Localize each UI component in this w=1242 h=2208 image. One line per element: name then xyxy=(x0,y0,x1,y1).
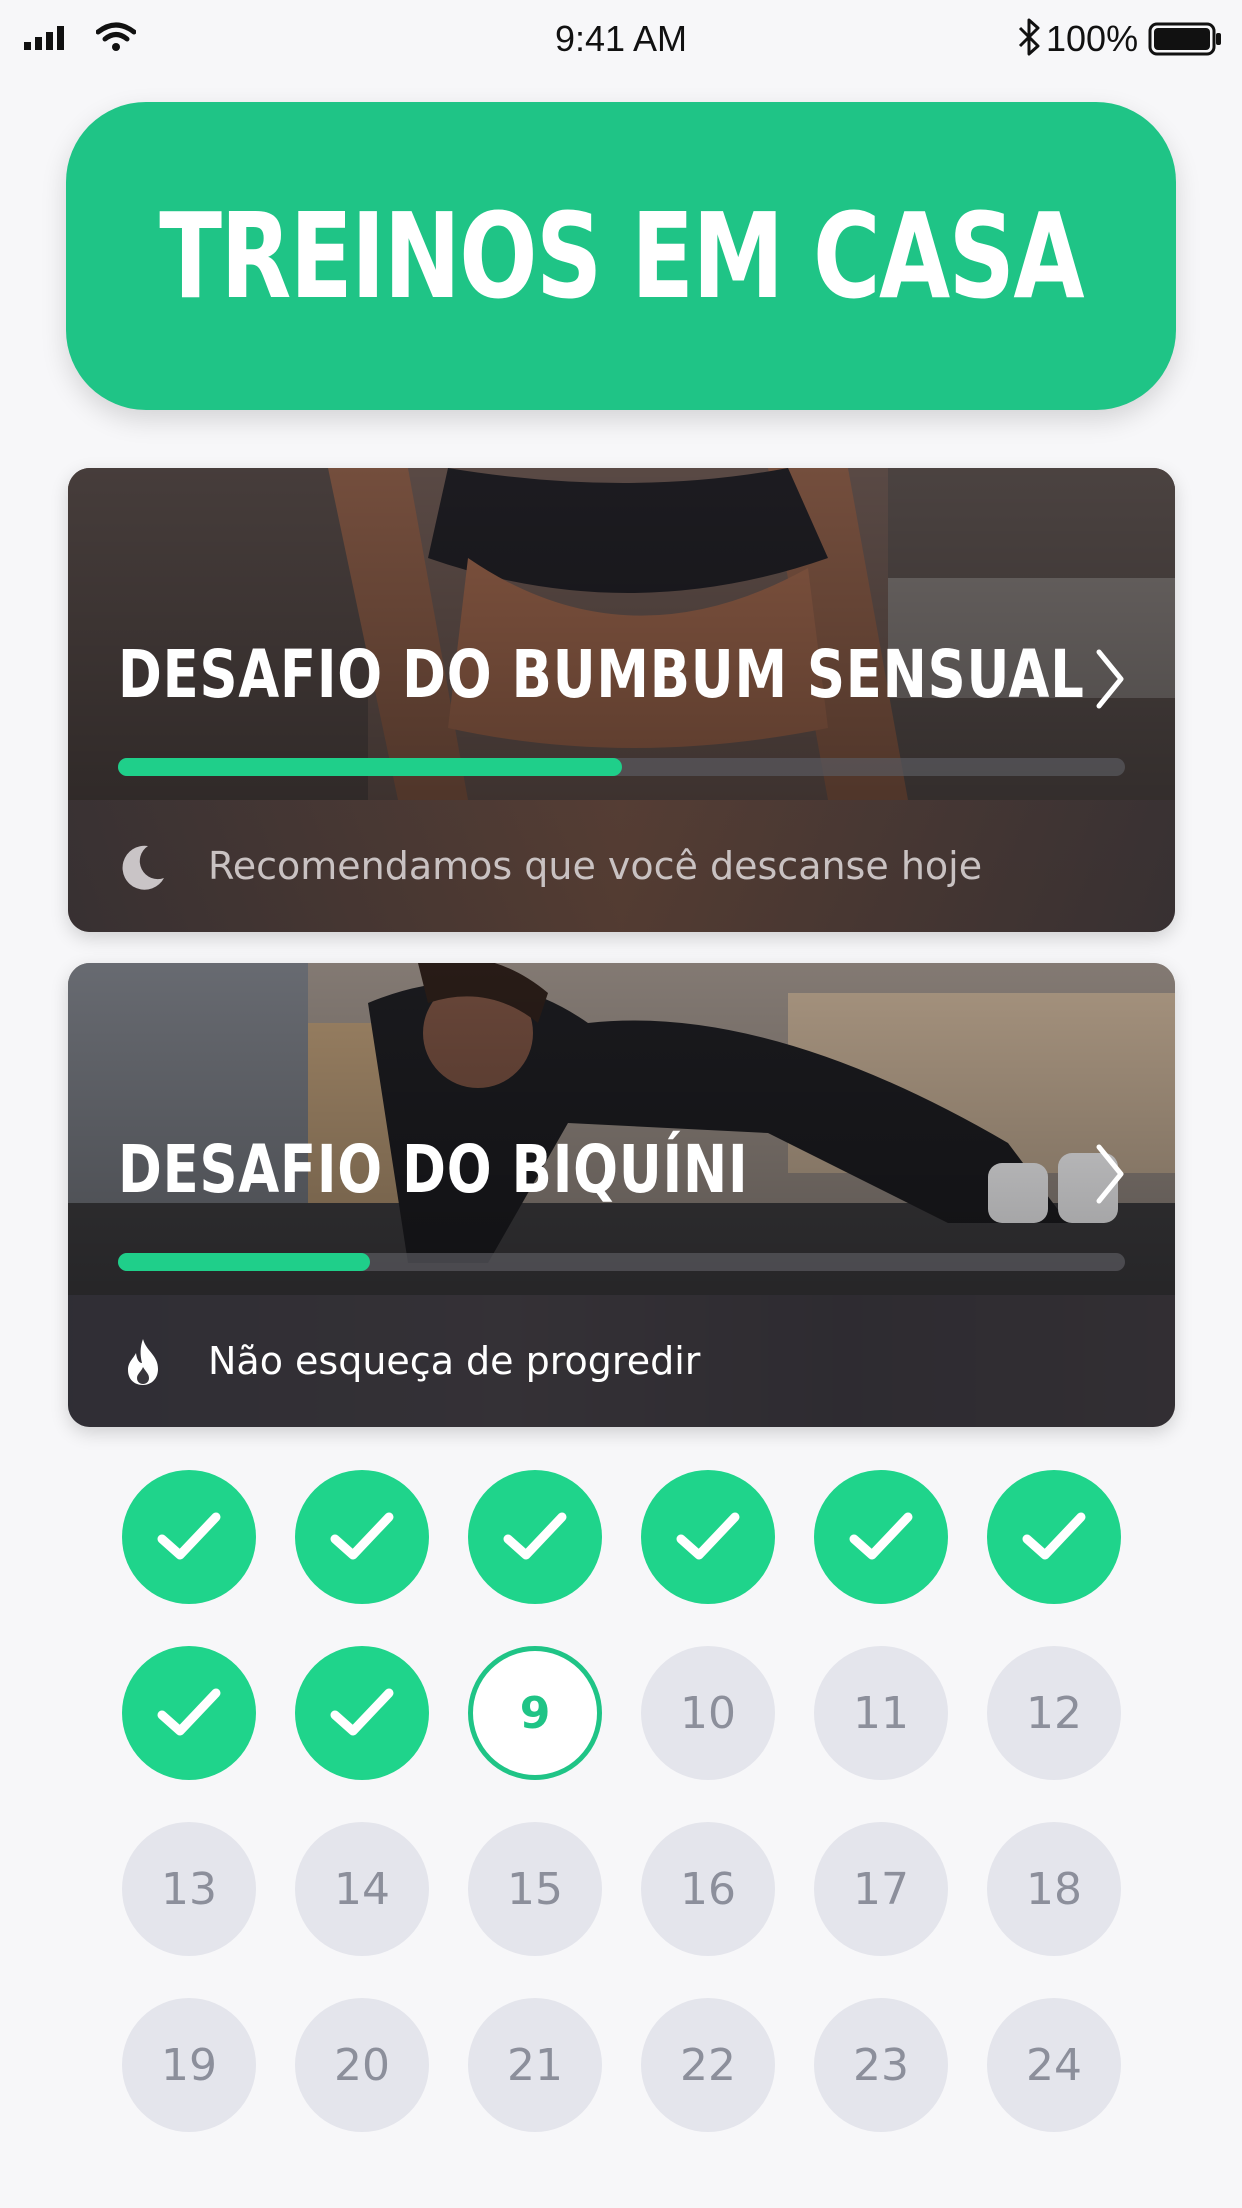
day-number: 11 xyxy=(853,1687,909,1739)
day-number: 19 xyxy=(161,2039,217,2091)
checkmark-icon xyxy=(157,1512,221,1560)
day-number: 10 xyxy=(680,1687,736,1739)
checkmark-icon xyxy=(1022,1512,1086,1560)
bluetooth-icon xyxy=(1018,18,1040,56)
day-number: 18 xyxy=(1026,1863,1082,1915)
day-5[interactable] xyxy=(814,1470,948,1604)
day-4[interactable] xyxy=(641,1470,775,1604)
progress-fill xyxy=(118,1253,370,1271)
day-8[interactable] xyxy=(295,1646,429,1780)
card-footer: Não esqueça de progredir xyxy=(68,1295,1175,1427)
moon-icon xyxy=(122,845,164,890)
day-11[interactable]: 11 xyxy=(814,1646,948,1780)
header-banner: TREINOS EM CASA xyxy=(66,102,1176,410)
day-24[interactable]: 24 xyxy=(987,1998,1121,2132)
day-number: 21 xyxy=(507,2039,563,2091)
progress-bar xyxy=(118,758,1125,776)
battery-icon xyxy=(1148,22,1221,56)
chevron-right-icon[interactable] xyxy=(1095,1143,1125,1205)
day-number: 17 xyxy=(853,1863,909,1915)
day-number: 24 xyxy=(1026,2039,1082,2091)
day-2[interactable] xyxy=(295,1470,429,1604)
challenge-card-biquini[interactable]: DESAFIO DO BIQUÍNI Não esqueça de progre… xyxy=(68,963,1175,1427)
day-12[interactable]: 12 xyxy=(987,1646,1121,1780)
challenge-card-bumbum[interactable]: DESAFIO DO BUMBUM SENSUAL Recomendamos q… xyxy=(68,468,1175,932)
day-7[interactable] xyxy=(122,1646,256,1780)
day-9[interactable]: 9 xyxy=(468,1646,602,1780)
day-22[interactable]: 22 xyxy=(641,1998,775,2132)
day-number: 16 xyxy=(680,1863,736,1915)
day-14[interactable]: 14 xyxy=(295,1822,429,1956)
status-bar: 9:41 AM 100% xyxy=(0,0,1242,80)
checkmark-icon xyxy=(849,1512,913,1560)
flame-icon xyxy=(128,1339,158,1385)
day-17[interactable]: 17 xyxy=(814,1822,948,1956)
card-title: DESAFIO DO BUMBUM SENSUAL xyxy=(118,636,1085,713)
day-23[interactable]: 23 xyxy=(814,1998,948,2132)
day-18[interactable]: 18 xyxy=(987,1822,1121,1956)
day-number: 13 xyxy=(161,1863,217,1915)
progress-bar xyxy=(118,1253,1125,1271)
day-number: 20 xyxy=(334,2039,390,2091)
day-1[interactable] xyxy=(122,1470,256,1604)
day-21[interactable]: 21 xyxy=(468,1998,602,2132)
day-number: 12 xyxy=(1026,1687,1082,1739)
day-number: 23 xyxy=(853,2039,909,2091)
day-13[interactable]: 13 xyxy=(122,1822,256,1956)
app-title: TREINOS EM CASA xyxy=(159,187,1084,325)
day-number: 15 xyxy=(507,1863,563,1915)
day-19[interactable]: 19 xyxy=(122,1998,256,2132)
checkmark-icon xyxy=(676,1512,740,1560)
day-number: 22 xyxy=(680,2039,736,2091)
checkmark-icon xyxy=(157,1688,221,1736)
day-3[interactable] xyxy=(468,1470,602,1604)
battery-percentage: 100% xyxy=(1046,18,1139,59)
chevron-right-icon[interactable] xyxy=(1095,648,1125,710)
day-number: 14 xyxy=(334,1863,390,1915)
day-20[interactable]: 20 xyxy=(295,1998,429,2132)
day-15[interactable]: 15 xyxy=(468,1822,602,1956)
day-10[interactable]: 10 xyxy=(641,1646,775,1780)
card-footer: Recomendamos que você descanse hoje xyxy=(68,800,1175,932)
day-number: 9 xyxy=(519,1687,551,1739)
checkmark-icon xyxy=(503,1512,567,1560)
card-footer-text: Não esqueça de progredir xyxy=(208,1339,701,1383)
checkmark-icon xyxy=(330,1688,394,1736)
day-16[interactable]: 16 xyxy=(641,1822,775,1956)
progress-fill xyxy=(118,758,622,776)
card-title: DESAFIO DO BIQUÍNI xyxy=(118,1131,749,1208)
checkmark-icon xyxy=(330,1512,394,1560)
card-footer-text: Recomendamos que você descanse hoje xyxy=(208,844,983,888)
day-6[interactable] xyxy=(987,1470,1121,1604)
